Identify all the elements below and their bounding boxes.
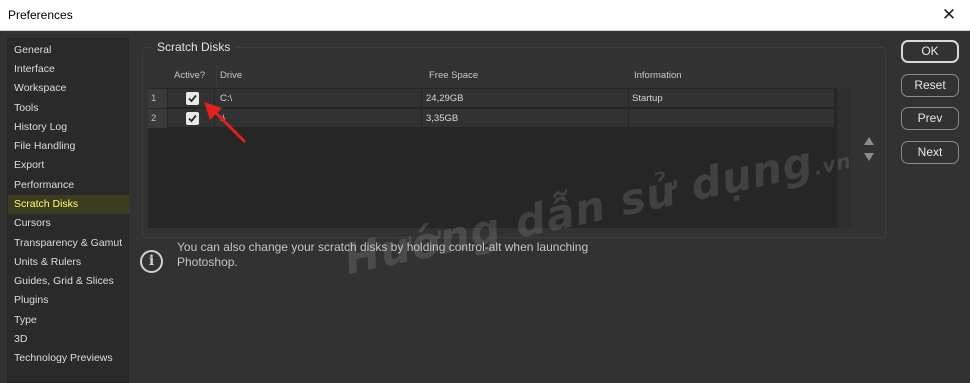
sidebar-item-scratch-disks[interactable]: Scratch Disks xyxy=(8,195,130,214)
column-header-free-space: Free Space xyxy=(429,70,479,81)
move-down-icon[interactable] xyxy=(863,151,875,163)
sidebar-item-export[interactable]: Export xyxy=(8,156,130,175)
sidebar-item-interface[interactable]: Interface xyxy=(8,60,130,79)
sidebar-item-type[interactable]: Type xyxy=(8,311,130,330)
sidebar-item-units-rulers[interactable]: Units & Rulers xyxy=(8,253,130,272)
next-button[interactable]: Next xyxy=(901,141,959,164)
sidebar-item-plugins[interactable]: Plugins xyxy=(8,291,130,310)
column-header-active: Active? xyxy=(174,70,206,81)
sidebar-item-workspace[interactable]: Workspace xyxy=(8,79,130,98)
checkmark-icon xyxy=(188,94,197,103)
sidebar-item-tools[interactable]: Tools xyxy=(8,99,130,118)
reset-button[interactable]: Reset xyxy=(901,74,959,97)
row-index: 1 xyxy=(148,89,168,108)
sidebar-item-general[interactable]: General xyxy=(8,41,130,60)
information-cell: Startup xyxy=(632,93,663,104)
free-space-cell: 3,35GB xyxy=(426,113,459,124)
watermark-suffix: .vn xyxy=(811,148,854,180)
prev-button[interactable]: Prev xyxy=(901,107,959,130)
sidebar-item-cursors[interactable]: Cursors xyxy=(8,214,130,233)
close-icon[interactable]: ✕ xyxy=(938,4,960,26)
sidebar-item-technology-previews[interactable]: Technology Previews xyxy=(8,349,130,368)
group-title: Scratch Disks xyxy=(152,40,236,54)
sidebar-item-3d[interactable]: 3D xyxy=(8,330,130,349)
annotation-arrow-icon xyxy=(204,102,246,143)
free-space-cell: 24,29GB xyxy=(426,93,464,104)
active-checkbox[interactable] xyxy=(186,92,199,105)
sidebar-item-transparency-gamut[interactable]: Transparency & Gamut xyxy=(8,234,130,253)
title-bar: Preferences ✕ xyxy=(0,0,970,31)
active-checkbox[interactable] xyxy=(186,112,199,125)
window-title: Preferences xyxy=(8,8,73,22)
row-index: 2 xyxy=(148,109,168,128)
checkmark-icon xyxy=(188,114,197,123)
sidebar-item-history-log[interactable]: History Log xyxy=(8,118,130,137)
table-header: Active? Drive Free Space Information xyxy=(148,64,851,88)
move-up-icon[interactable] xyxy=(863,135,875,147)
sidebar-item-guides-grid-slices[interactable]: Guides, Grid & Slices xyxy=(8,272,130,291)
sidebar-item-file-handling[interactable]: File Handling xyxy=(8,137,130,156)
column-header-information: Information xyxy=(634,70,682,81)
ok-button[interactable]: OK xyxy=(901,40,959,63)
column-header-drive: Drive xyxy=(216,64,242,88)
sidebar-item-performance[interactable]: Performance xyxy=(8,176,130,195)
info-icon: i xyxy=(140,250,163,273)
preferences-sidebar: General Interface Workspace Tools Histor… xyxy=(7,38,130,383)
